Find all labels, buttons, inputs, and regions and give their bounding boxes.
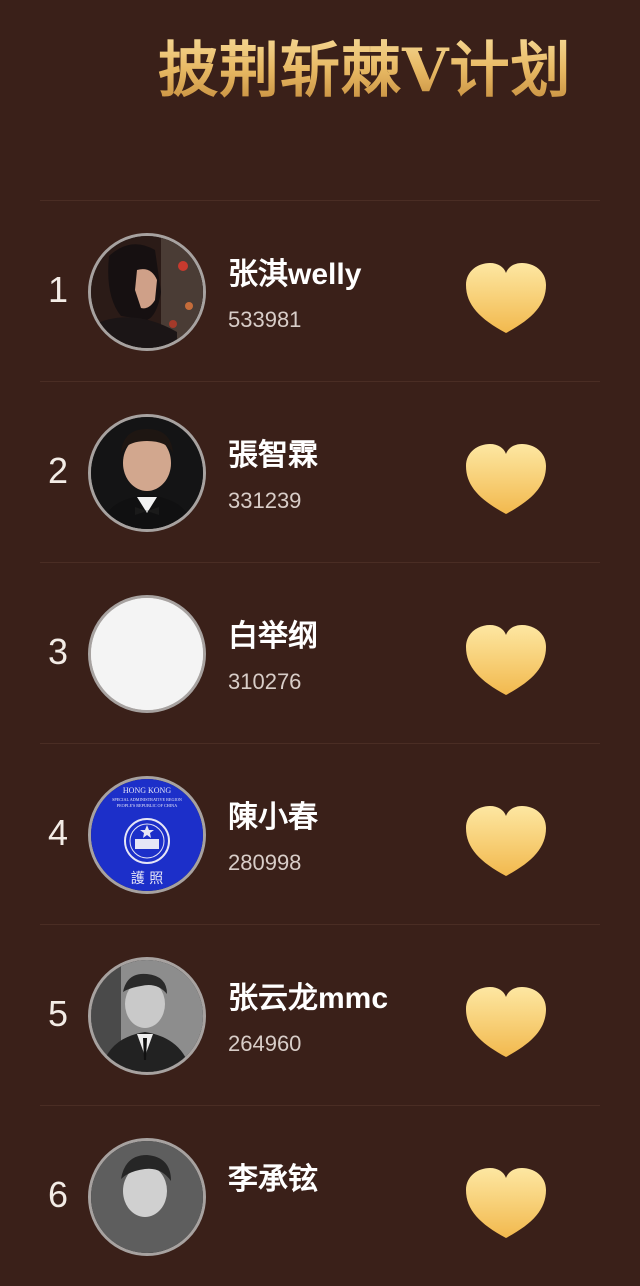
heart-icon [466, 1168, 546, 1238]
heart-icon [466, 806, 546, 876]
heart-icon [466, 263, 546, 333]
heart-vote-button[interactable] [464, 987, 548, 1059]
user-name: 白举纲 [228, 620, 318, 653]
vote-count: 533981 [228, 307, 302, 332]
heart-vote-button[interactable] [464, 806, 548, 878]
passport-sub-text: PEOPLE'S REPUBLIC OF CHINA [117, 803, 177, 808]
heart-vote-button[interactable] [464, 263, 548, 335]
heart-vote-button[interactable] [464, 444, 548, 516]
heart-icon [466, 625, 546, 695]
vote-count: 264960 [228, 1031, 302, 1056]
rank-number: 2 [47, 450, 69, 491]
avatar[interactable] [88, 233, 206, 351]
heart-vote-button[interactable] [464, 625, 548, 697]
vote-count: 310276 [228, 669, 302, 694]
avatar[interactable] [88, 957, 206, 1075]
user-name: 張智霖 [228, 439, 318, 472]
ranking-list: 1 张淇welly 533981 2 張智霖 331239 3 白举纲 3102… [40, 200, 600, 1286]
heart-vote-button[interactable] [464, 1168, 548, 1240]
user-name: 李承铉 [228, 1163, 318, 1196]
passport-top-text: HONG KONG [123, 786, 171, 795]
heart-icon [466, 444, 546, 514]
page-title: 披荆斩棘V计划 [158, 22, 572, 109]
user-name: 张淇welly [228, 258, 362, 291]
ranking-row: 2 張智霖 331239 [40, 381, 600, 562]
avatar[interactable] [88, 595, 206, 713]
heart-icon [466, 987, 546, 1057]
ranking-row: 6 李承铉 [40, 1105, 600, 1286]
user-name: 陳小春 [228, 801, 318, 834]
rank-number: 1 [47, 269, 69, 310]
ranking-row: 4 HONG KONG SPECIAL ADMINISTRATIVE REGIO… [40, 743, 600, 924]
vote-count: 331239 [228, 488, 302, 513]
ranking-row: 5 张云龙mmc 264960 [40, 924, 600, 1105]
ranking-row: 3 白举纲 310276 [40, 562, 600, 743]
avatar[interactable]: HONG KONG SPECIAL ADMINISTRATIVE REGION … [88, 776, 206, 894]
passport-emblem-icon: HONG KONG SPECIAL ADMINISTRATIVE REGION … [91, 779, 203, 891]
passport-sub-text: SPECIAL ADMINISTRATIVE REGION [112, 797, 182, 802]
ranking-row: 1 张淇welly 533981 [40, 200, 600, 381]
rank-number: 4 [47, 812, 69, 853]
rank-number: 3 [47, 631, 69, 672]
rank-number: 5 [47, 993, 69, 1034]
user-name: 张云龙mmc [228, 982, 389, 1015]
vote-count: 280998 [228, 850, 302, 875]
avatar[interactable] [88, 414, 206, 532]
passport-bottom-text: 護 照 [131, 871, 163, 887]
avatar[interactable] [88, 1138, 206, 1256]
rank-number: 6 [47, 1174, 69, 1215]
